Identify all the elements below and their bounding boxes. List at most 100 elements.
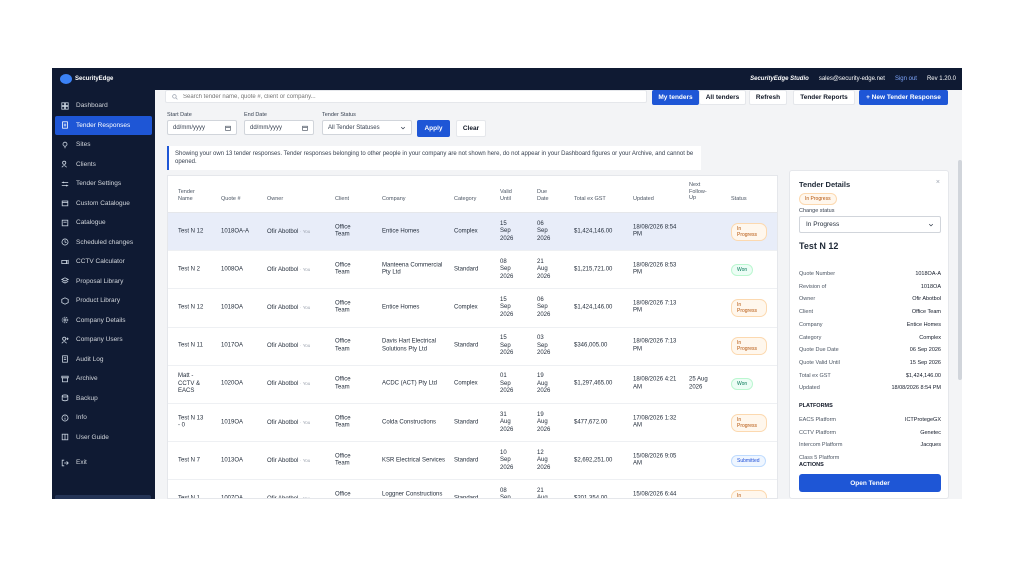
- end-date-label: End Date: [244, 112, 267, 118]
- column-header-valid-until[interactable]: Valid Until: [500, 189, 518, 202]
- end-date-input[interactable]: dd/mm/yyyy: [244, 120, 314, 135]
- platform-field-class-5-platform: Class 5 Platform: [799, 455, 941, 461]
- cell-quote: 1017OA: [221, 342, 244, 349]
- refresh-button[interactable]: Refresh: [749, 90, 787, 105]
- sidebar-item-audit-log[interactable]: Audit Log: [52, 350, 155, 370]
- table-row[interactable]: Test N 1 1007OA Ofir Abotbol · You Office T…: [168, 480, 777, 498]
- tender-status-select[interactable]: All Tender Statuses: [322, 120, 412, 135]
- cell-valid: 08 Sep 2026: [500, 258, 514, 280]
- column-header-category[interactable]: Category: [454, 196, 476, 203]
- column-header-due-date[interactable]: Due Date: [537, 189, 555, 202]
- details-status-badge: In Progress: [799, 193, 837, 205]
- sidebar-item-dashboard[interactable]: Dashboard: [52, 96, 155, 116]
- you-tag: · You: [300, 228, 311, 234]
- sidebar-item-product-library[interactable]: Product Library: [52, 291, 155, 311]
- cell-total: $1,297,465.00: [574, 380, 613, 387]
- open-tender-button[interactable]: Open Tender: [799, 474, 941, 492]
- sidebar-item-custom-catalogue[interactable]: Custom Catalogue: [52, 194, 155, 214]
- my-tenders-button[interactable]: My tenders: [652, 90, 699, 105]
- column-header-client[interactable]: Client: [335, 196, 349, 203]
- all-tenders-button[interactable]: All tenders: [699, 90, 746, 105]
- table-row[interactable]: Test N 12 1018OA-A Ofir Abotbol · You Offic…: [168, 213, 777, 252]
- table-row[interactable]: Matt - CCTV & EACS 1020OA Ofir Abotbol · Y…: [168, 366, 777, 404]
- change-status-select[interactable]: In Progress: [799, 216, 941, 233]
- detail-field-quote-valid-until: Quote Valid Until 15 Sep 2026: [799, 360, 941, 366]
- sidebar-item-backup[interactable]: Backup: [52, 389, 155, 409]
- sidebar-item-scheduled-changes[interactable]: Scheduled changes: [52, 233, 155, 253]
- sidebar-item-label: Info: [76, 414, 87, 422]
- sidebar-item-tender-responses[interactable]: Tender Responses: [55, 115, 152, 135]
- detail-field-revision-of: Revision of 1018OA: [799, 284, 941, 290]
- cell-updated: 18/08/2026 7:13 PM: [633, 300, 677, 314]
- detail-field-quote-number: Quote Number 1018OA-A: [799, 271, 941, 277]
- cell-quote: 1018OA-A: [221, 227, 250, 234]
- sign-out-link[interactable]: Sign out: [895, 76, 917, 82]
- cell-category: Standard: [454, 266, 479, 273]
- detail-field-quote-due-date: Quote Due Date 06 Sep 2026: [799, 347, 941, 353]
- column-header-next-follow-up[interactable]: Next Follow-Up: [689, 182, 713, 202]
- cell-category: Complex: [454, 304, 478, 311]
- tender-reports-button[interactable]: Tender Reports: [793, 90, 855, 105]
- gear-icon: [61, 316, 69, 324]
- column-header-owner[interactable]: Owner: [267, 196, 283, 203]
- table-row[interactable]: Test N 11 1017OA Ofir Abotbol · You Office …: [168, 328, 777, 366]
- stack-icon: [61, 277, 69, 285]
- table-row[interactable]: Test N 7 1013OA Ofir Abotbol · You Office T…: [168, 442, 777, 481]
- column-header-total-ex-gst[interactable]: Total ex GST: [574, 196, 606, 203]
- column-header-tender-name[interactable]: Tender Name: [178, 189, 200, 202]
- sidebar-item-info[interactable]: Info: [52, 408, 155, 428]
- sidebar-item-label: Clients: [76, 160, 96, 168]
- cell-owner: Ofir Abotbol · You: [267, 418, 310, 427]
- owner-name: Ofir Abotbol: [267, 457, 299, 464]
- user-email: sales@security-edge.net: [818, 76, 885, 82]
- start-date-input[interactable]: dd/mm/yyyy: [167, 120, 237, 135]
- platform-field-intercom-platform: Intercom Platform Jacques: [799, 442, 941, 448]
- cell-valid: 15 Sep 2026: [500, 334, 514, 356]
- apply-button[interactable]: Apply: [417, 120, 450, 137]
- info-notice: Showing your own 13 tender responses. Te…: [167, 146, 701, 170]
- detail-value: Ofir Abotbol: [912, 296, 941, 303]
- column-header-quote-[interactable]: Quote #: [221, 196, 241, 203]
- table-row[interactable]: Test N 12 1018OA Ofir Abotbol · You Office …: [168, 289, 777, 328]
- studio-name: SecurityEdge Studio: [750, 76, 809, 82]
- clear-button[interactable]: Clear: [456, 120, 486, 137]
- column-header-status[interactable]: Status: [731, 196, 747, 203]
- cube-icon: [61, 297, 69, 305]
- sidebar-item-cctv-calculator[interactable]: CCTV Calculator: [52, 252, 155, 272]
- sidebar-item-catalogue[interactable]: Catalogue: [52, 213, 155, 233]
- column-header-updated[interactable]: Updated: [633, 196, 654, 203]
- sidebar-item-label: Archive: [76, 375, 98, 383]
- close-icon[interactable]: ×: [936, 179, 940, 186]
- detail-value: 15 Sep 2026: [909, 359, 941, 366]
- detail-field-client: Client Office Team: [799, 309, 941, 315]
- table-row[interactable]: Test N 13 - 0 1019OA Ofir Abotbol · You Off…: [168, 404, 777, 443]
- cell-total: $2,692,251.00: [574, 456, 613, 463]
- sidebar-item-company-details[interactable]: Company Details: [52, 311, 155, 331]
- status-badge: In Progress: [731, 413, 767, 432]
- search-box[interactable]: [165, 90, 647, 103]
- column-header-company[interactable]: Company: [382, 196, 406, 203]
- cell-name: Test N 12: [178, 227, 204, 234]
- sidebar-item-sites[interactable]: Sites: [52, 135, 155, 155]
- cell-due: 21 Aug 2026: [537, 258, 551, 280]
- new-tender-response-button[interactable]: + New Tender Response: [859, 90, 948, 105]
- cell-owner: Ofir Abotbol · You: [267, 495, 310, 498]
- cell-client: Office Team: [335, 491, 351, 498]
- sidebar-item-archive[interactable]: Archive: [52, 369, 155, 389]
- sidebar-item-tender-settings[interactable]: Tender Settings: [52, 174, 155, 194]
- page-scrollbar[interactable]: [958, 160, 962, 380]
- sidebar-item-exit[interactable]: Exit: [52, 453, 155, 473]
- book-icon: [61, 433, 69, 441]
- sidebar-item-label: Backup: [76, 394, 98, 402]
- sidebar-item-label: Tender Settings: [76, 180, 122, 188]
- sidebar-item-company-users[interactable]: Company Users: [52, 330, 155, 350]
- owner-name: Ofir Abotbol: [267, 228, 299, 235]
- sidebar-item-proposal-library[interactable]: Proposal Library: [52, 272, 155, 292]
- start-date-label: Start Date: [167, 112, 192, 118]
- brand-logo[interactable]: SecurityEdge: [60, 74, 113, 84]
- cell-due: 03 Sep 2026: [537, 334, 551, 356]
- search-input[interactable]: [183, 93, 583, 100]
- sidebar-item-clients[interactable]: Clients: [52, 155, 155, 175]
- sidebar-item-user-guide[interactable]: User Guide: [52, 428, 155, 448]
- table-row[interactable]: Test N 2 1008OA Ofir Abotbol · You Office T…: [168, 251, 777, 290]
